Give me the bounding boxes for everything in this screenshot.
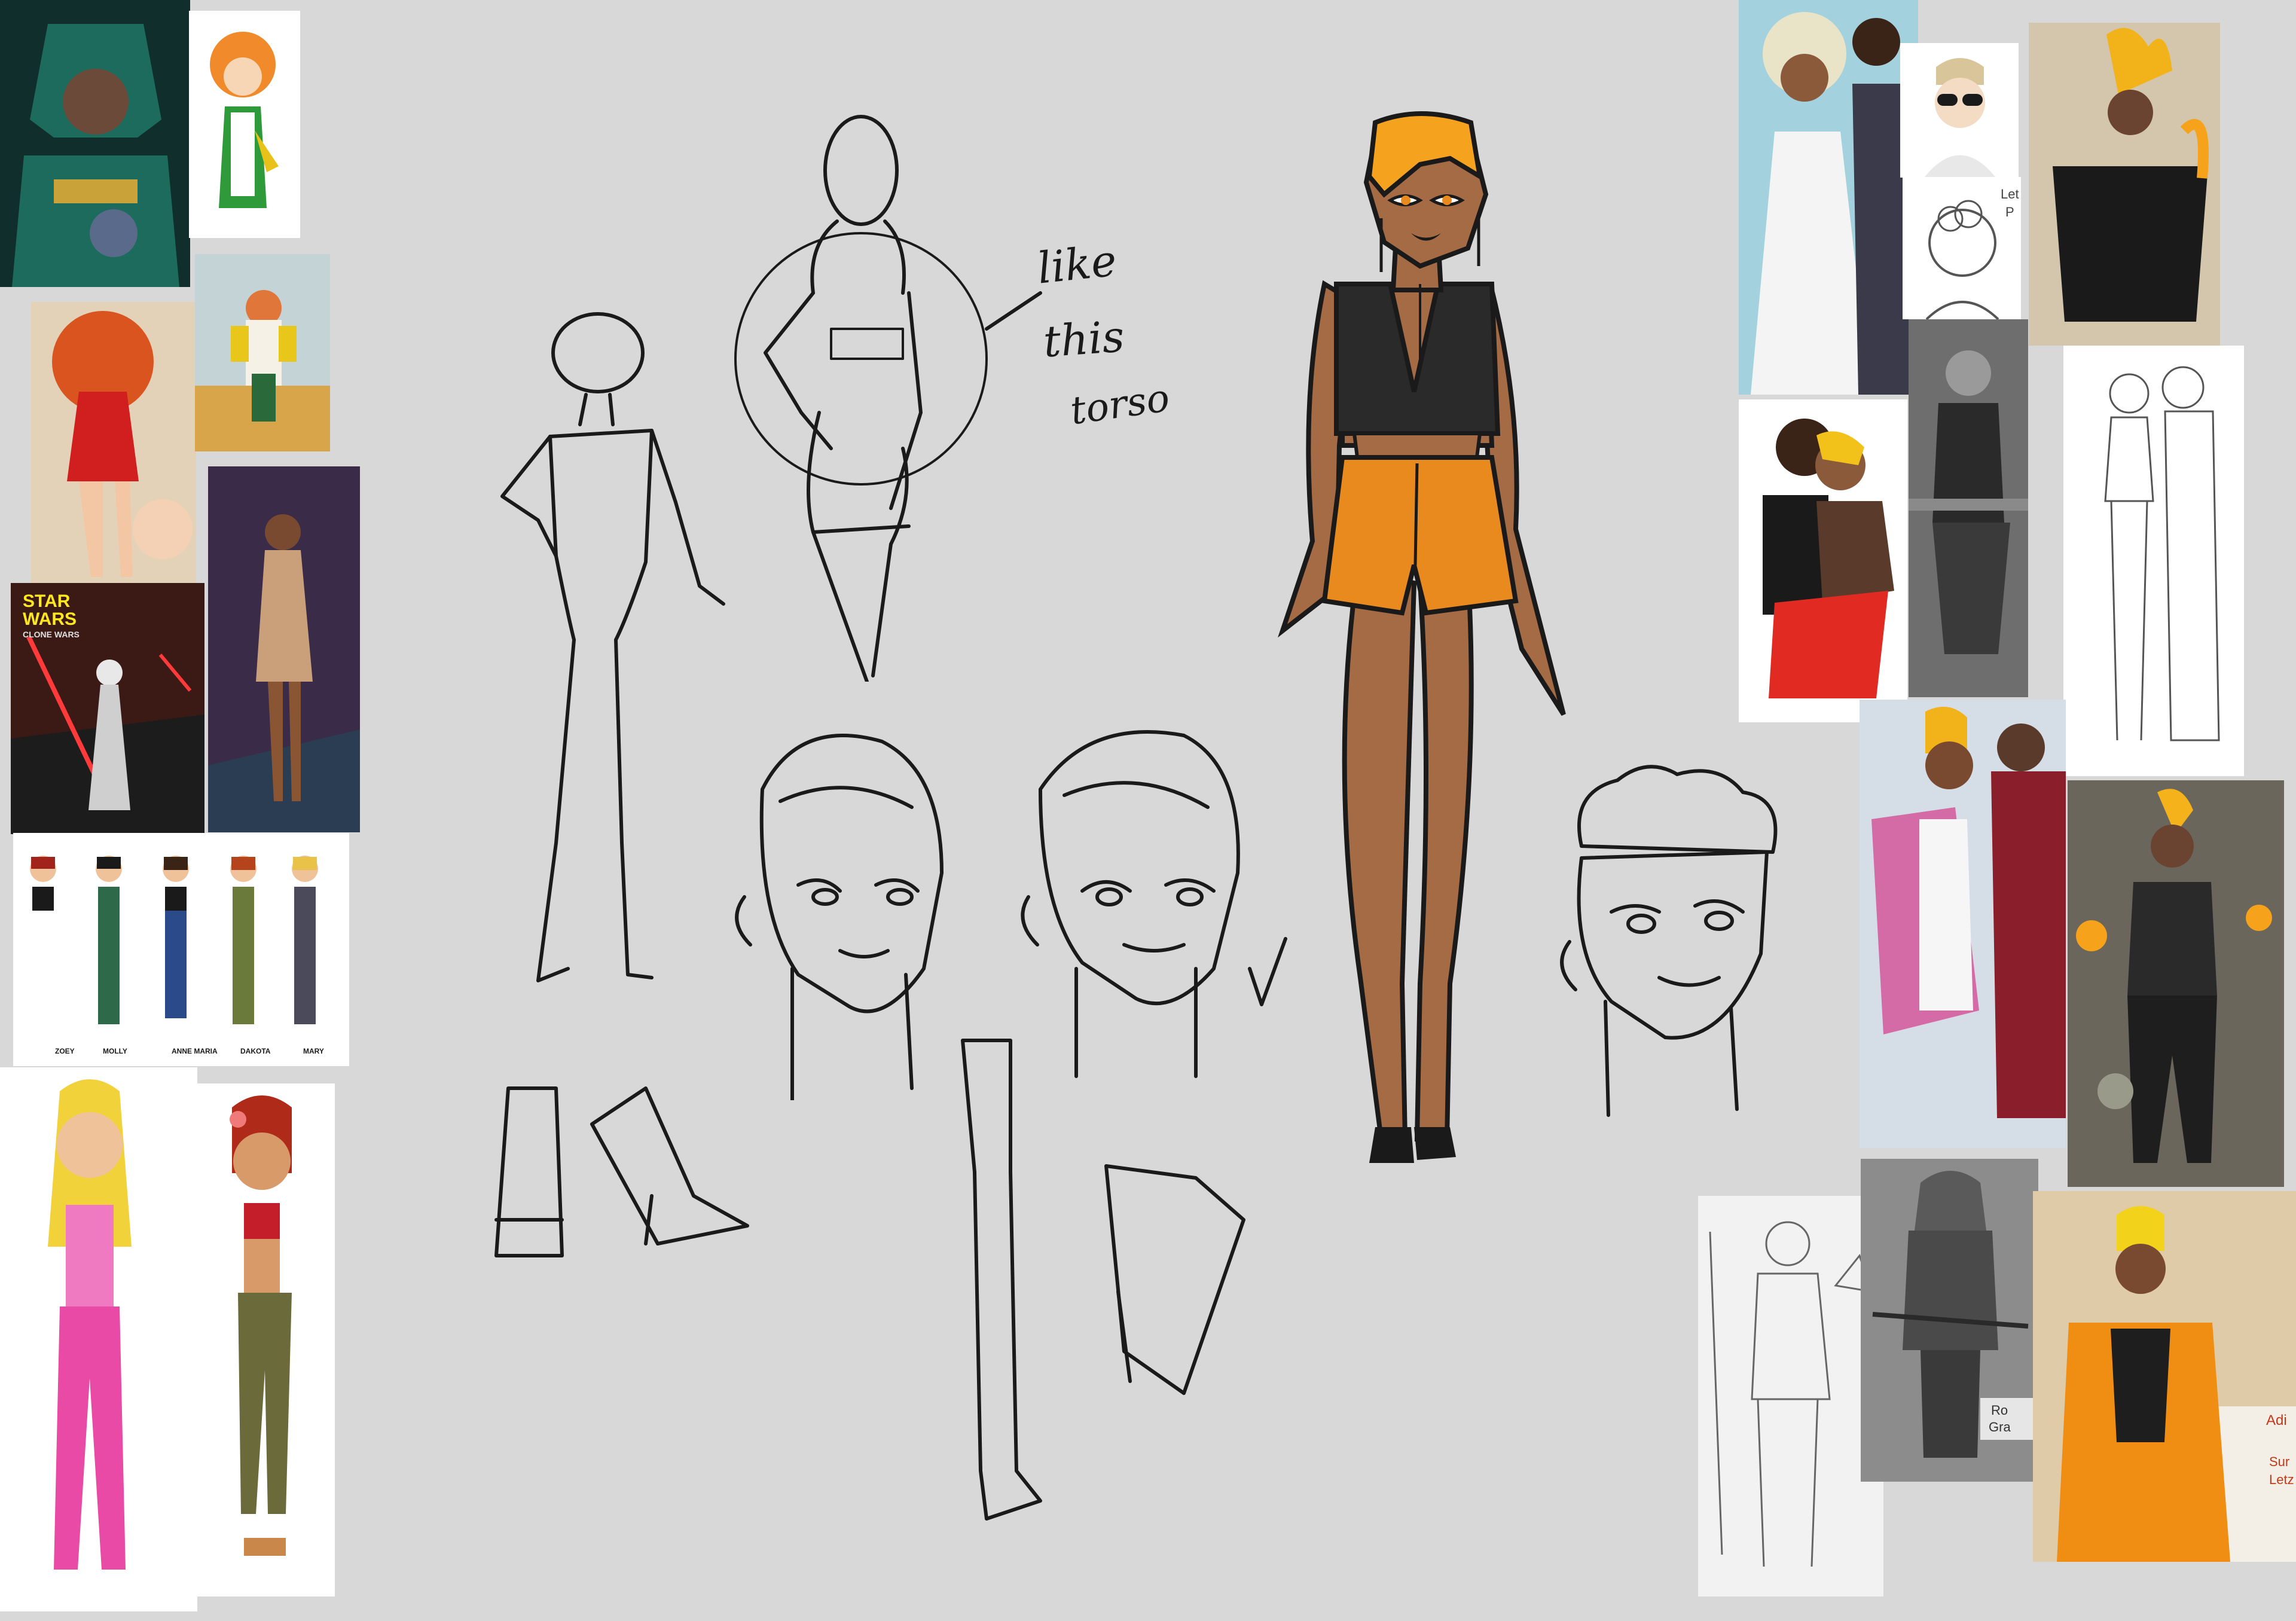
artboard-canvas[interactable]: STAR WARS CLONE WARS ZOEY MOLLY ANNE MAR… bbox=[0, 0, 2296, 1621]
ref-cave-girl-image bbox=[208, 466, 360, 832]
ref-blonde-pink-image bbox=[0, 1067, 197, 1611]
sign-text-line2: Gra bbox=[1989, 1419, 2011, 1434]
handwritten-note-line2: this bbox=[1042, 311, 1126, 367]
lineup-label-1: ZOEY bbox=[55, 1047, 75, 1055]
ref-star-wars-poster: STAR WARS CLONE WARS bbox=[11, 583, 204, 834]
handwritten-note-line1: like bbox=[1034, 235, 1119, 294]
leg-sketch-flat bbox=[484, 1076, 574, 1268]
shop-text-line1: Adi bbox=[2266, 1412, 2287, 1428]
ref-total-drama-lineup: ZOEY MOLLY ANNE MARIA DAKOTA MARY bbox=[13, 833, 349, 1066]
torso-sketch-hand-on-hip bbox=[712, 114, 999, 683]
speech-bubble-line2: P bbox=[2005, 204, 2014, 219]
lineup-label-4: DAKOTA bbox=[240, 1047, 271, 1055]
star-wars-logo-line1: STAR bbox=[23, 591, 71, 611]
ref-fire-hair-black-dress bbox=[2029, 23, 2220, 346]
ref-sunglasses-sketch bbox=[1900, 43, 2019, 178]
lineup-label-5: MARY bbox=[303, 1047, 324, 1055]
star-wars-logo-line3: CLONE WARS bbox=[23, 630, 80, 639]
ref-pink-blazer-couple bbox=[1860, 700, 2066, 1148]
ref-lineart-couple-sketch bbox=[2063, 346, 2244, 776]
body-sketch-standing bbox=[460, 305, 741, 999]
ref-pharaoh-image bbox=[0, 0, 190, 287]
shop-text-line2: Sur bbox=[2269, 1454, 2290, 1469]
arm-sketch bbox=[945, 1028, 1052, 1531]
ref-wedding-couple-image bbox=[1739, 0, 1918, 395]
lineup-label-3: ANNE MARIA bbox=[172, 1047, 218, 1055]
ref-martini-sketch bbox=[1698, 1196, 1883, 1596]
heel-sketch bbox=[580, 1076, 759, 1256]
lineup-label-2: MOLLY bbox=[103, 1047, 127, 1055]
star-wars-logo-line2: WARS bbox=[23, 609, 77, 629]
ref-grayscale-sitting-image bbox=[1909, 319, 2028, 697]
ref-redhead-dress-image bbox=[31, 302, 196, 589]
ref-hoodie-shovel-image: Ro Gra bbox=[1861, 1159, 2038, 1482]
knee-sketch bbox=[1088, 1154, 1256, 1417]
ref-zoey-image bbox=[196, 1083, 335, 1596]
speech-bubble-line1: Let bbox=[2001, 187, 2019, 202]
sign-text-line1: Ro bbox=[1991, 1403, 2008, 1418]
ref-orange-jacket-image: Adi Sur Letz bbox=[2033, 1191, 2296, 1562]
head-sketch-1 bbox=[726, 718, 960, 1102]
ref-dexter-image bbox=[195, 254, 330, 451]
ref-curly-hair-sketch: Let P bbox=[1903, 177, 2021, 319]
note-pointer-stroke bbox=[981, 287, 1046, 335]
shop-text-line3: Letz bbox=[2269, 1472, 2294, 1487]
ref-couple-hug-image bbox=[1739, 399, 1907, 722]
ref-dexter-mom-image bbox=[189, 11, 300, 238]
ref-fire-hands-pose bbox=[2068, 780, 2284, 1187]
handwritten-note-line3: torso bbox=[1067, 376, 1173, 434]
final-character-colored bbox=[1241, 111, 1593, 1175]
